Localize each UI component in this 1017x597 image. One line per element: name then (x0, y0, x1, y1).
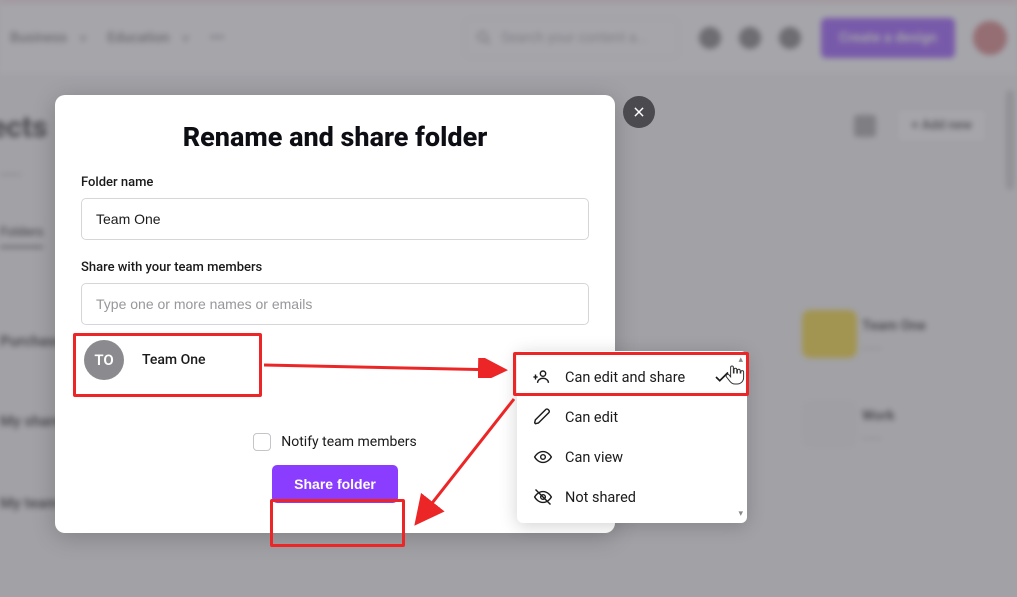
permission-option-notshared[interactable]: Not shared (517, 477, 747, 517)
eye-icon (533, 447, 553, 467)
folder-name-label: Folder name (81, 175, 589, 190)
permission-option-label: Can edit (565, 409, 618, 426)
pencil-icon (533, 407, 553, 427)
share-folder-button[interactable]: Share folder (272, 465, 398, 503)
team-avatar-badge: TO (84, 340, 124, 380)
team-chip-name: Team One (142, 352, 206, 368)
check-icon (713, 368, 731, 386)
folder-name-input[interactable] (81, 198, 589, 240)
add-user-icon (533, 367, 553, 387)
dropdown-scroll-down[interactable]: ▾ (738, 509, 743, 519)
modal-title: Rename and share folder (81, 121, 589, 153)
permission-option-view[interactable]: Can view (517, 437, 747, 477)
close-icon (632, 105, 646, 119)
share-with-input[interactable] (81, 283, 589, 325)
permission-option-label: Can edit and share (565, 369, 685, 386)
permission-option-edit[interactable]: Can edit (517, 397, 747, 437)
close-modal-button[interactable] (623, 96, 655, 128)
notify-checkbox[interactable] (253, 433, 271, 451)
share-with-label: Share with your team members (81, 260, 589, 275)
permission-option-edit-share[interactable]: Can edit and share (517, 357, 747, 397)
permission-option-label: Can view (565, 449, 623, 466)
notify-label: Notify team members (281, 434, 417, 450)
team-chip[interactable]: TO Team One (81, 337, 589, 383)
permission-dropdown[interactable]: ▴ Can edit and share Can edit Can view N… (517, 351, 747, 523)
permission-option-label: Not shared (565, 489, 636, 506)
eye-off-icon (533, 487, 553, 507)
